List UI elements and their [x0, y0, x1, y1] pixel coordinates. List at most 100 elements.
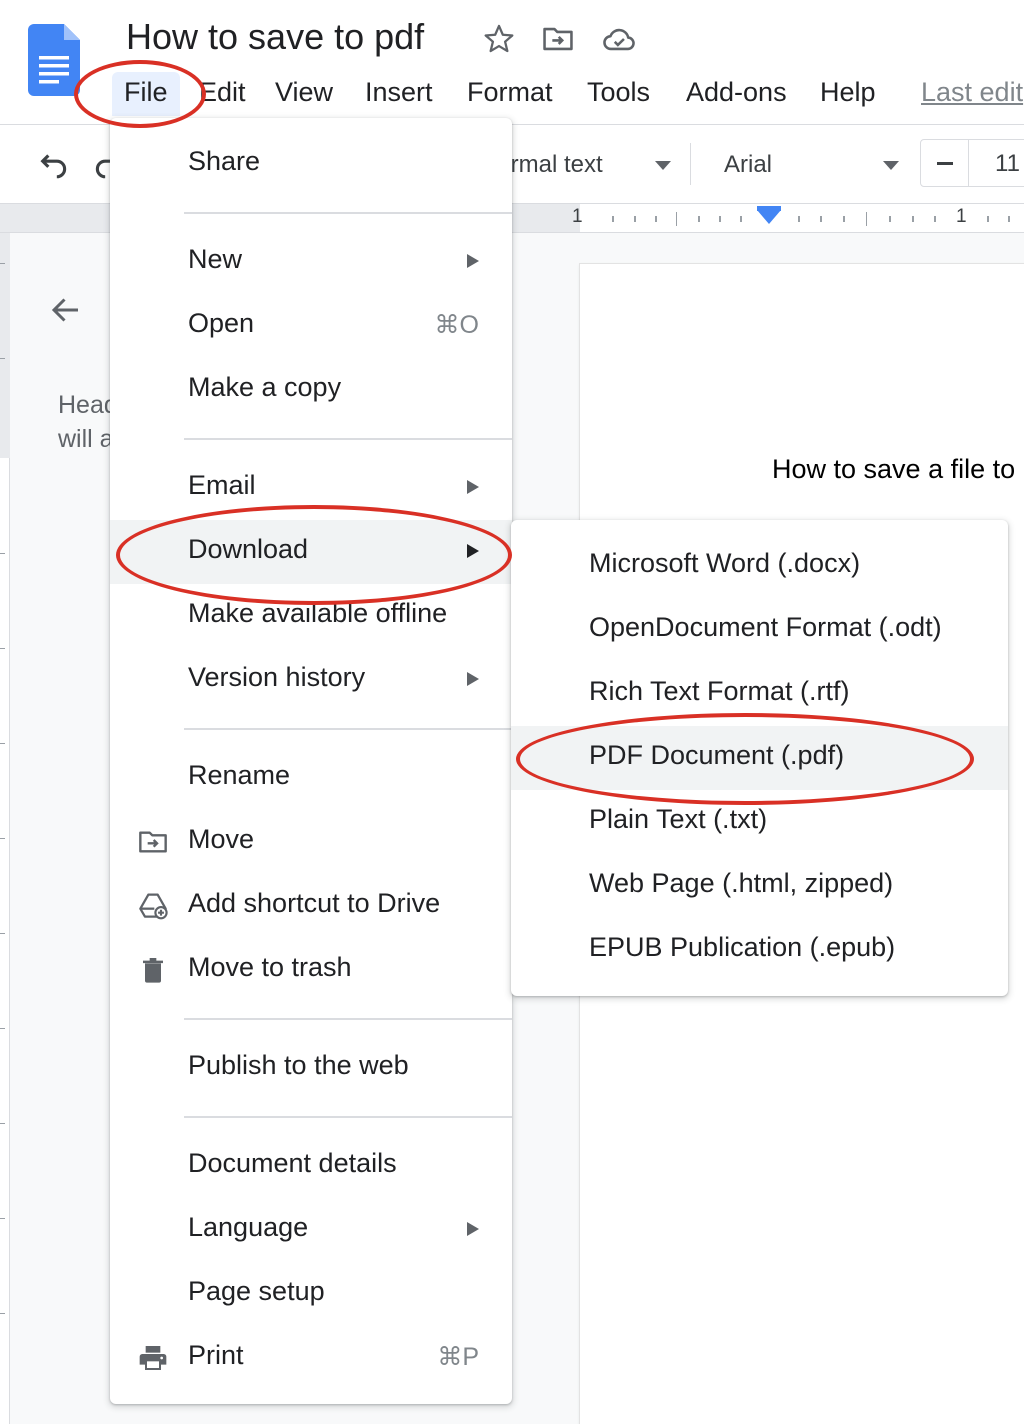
download-item-odt[interactable]: OpenDocument Format (.odt) — [511, 598, 1008, 662]
vertical-ruler[interactable] — [0, 233, 10, 1424]
menu-edit[interactable]: Edit — [199, 72, 246, 116]
submenu-arrow-icon — [467, 480, 479, 494]
menu-file[interactable]: File — [112, 72, 180, 116]
ruler-tick — [698, 216, 700, 222]
font-dropdown-icon[interactable] — [883, 161, 899, 170]
ruler-tick — [634, 216, 636, 222]
menu-item-label: Make available offline — [188, 598, 448, 628]
menu-divider — [184, 212, 512, 214]
menu-format[interactable]: Format — [467, 72, 553, 116]
last-edit-link[interactable]: Last edit — [921, 72, 1023, 116]
vertical-ruler-tick — [0, 1028, 5, 1029]
file-menu: Share New Open ⌘O Make a copy Email Down… — [110, 118, 512, 1404]
ruler-tick — [889, 216, 891, 222]
undo-icon[interactable] — [36, 147, 72, 181]
menu-item-language[interactable]: Language — [110, 1198, 512, 1262]
menu-item-document-details[interactable]: Document details — [110, 1134, 512, 1198]
menu-add-ons[interactable]: Add-ons — [686, 72, 787, 116]
document-body-text[interactable]: How to save a file to pdf — [772, 454, 1024, 485]
menu-item-email[interactable]: Email — [110, 456, 512, 520]
menu-insert[interactable]: Insert — [365, 72, 433, 116]
menu-tools[interactable]: Tools — [587, 72, 650, 116]
download-item-label: Microsoft Word (.docx) — [589, 548, 861, 578]
vertical-ruler-tick — [0, 1218, 5, 1219]
vertical-ruler-tick — [0, 553, 5, 554]
menu-item-label: Email — [188, 470, 256, 500]
move-folder-icon — [139, 831, 167, 853]
ruler-tick — [987, 216, 989, 222]
menu-item-add-shortcut[interactable]: Add shortcut to Drive — [110, 874, 512, 938]
star-icon[interactable] — [482, 22, 516, 56]
vertical-ruler-tick — [0, 838, 5, 839]
decrease-font-size-button[interactable] — [921, 140, 969, 186]
menu-item-open[interactable]: Open ⌘O — [110, 294, 512, 358]
download-item-label: Web Page (.html, zipped) — [589, 868, 894, 898]
ruler-tick — [719, 216, 721, 222]
menu-item-label: Add shortcut to Drive — [188, 888, 441, 918]
download-item-html[interactable]: Web Page (.html, zipped) — [511, 854, 1008, 918]
download-item-label: EPUB Publication (.epub) — [589, 932, 896, 962]
vertical-ruler-tick — [0, 743, 5, 744]
menu-item-label: Download — [188, 534, 309, 564]
menu-bar: File Edit View Insert Format Tools Add-o… — [0, 72, 1024, 116]
menu-item-move[interactable]: Move — [110, 810, 512, 874]
download-item-pdf[interactable]: PDF Document (.pdf) — [511, 726, 1008, 790]
vertical-ruler-tick — [0, 648, 5, 649]
vertical-ruler-tick — [0, 1123, 5, 1124]
menu-item-label: Publish to the web — [188, 1050, 409, 1080]
menu-item-label: Language — [188, 1212, 309, 1242]
close-outline-arrow-icon[interactable] — [48, 292, 84, 328]
outline-line-2: will appear — [58, 425, 110, 453]
download-item-txt[interactable]: Plain Text (.txt) — [511, 790, 1008, 854]
download-item-label: OpenDocument Format (.odt) — [589, 612, 942, 642]
menu-item-rename[interactable]: Rename — [110, 746, 512, 810]
menu-item-label: Print — [188, 1340, 244, 1370]
menu-item-download[interactable]: Download — [110, 520, 512, 584]
menu-item-new[interactable]: New — [110, 230, 512, 294]
menu-item-label: Share — [188, 146, 261, 176]
menu-item-make-copy[interactable]: Make a copy — [110, 358, 512, 422]
download-item-docx[interactable]: Microsoft Word (.docx) — [511, 534, 1008, 598]
menu-item-move-to-trash[interactable]: Move to trash — [110, 938, 512, 1002]
ruler-tick — [934, 216, 936, 222]
submenu-arrow-icon — [467, 544, 479, 558]
menu-item-publish-to-web[interactable]: Publish to the web — [110, 1036, 512, 1100]
shortcut-label: ⌘O — [434, 311, 479, 339]
move-folder-icon[interactable] — [541, 22, 575, 56]
menu-divider — [184, 1018, 512, 1020]
menu-item-label: Make a copy — [188, 372, 342, 402]
menu-item-label: New — [188, 244, 243, 274]
ruler-tick — [798, 216, 800, 222]
ruler-number: 1 — [956, 206, 967, 227]
menu-divider — [184, 728, 512, 730]
menu-item-label: Rename — [188, 760, 291, 790]
menu-item-print[interactable]: Print ⌘P — [110, 1326, 512, 1390]
menu-help[interactable]: Help — [820, 72, 876, 116]
menu-divider — [184, 438, 512, 440]
menu-item-label: Document details — [188, 1148, 397, 1178]
app-header: How to save to pdf File Edit View Insert… — [0, 0, 1024, 125]
menu-item-make-available-offline[interactable]: Make available offline — [110, 584, 512, 648]
vertical-ruler-tick — [0, 358, 5, 359]
menu-item-label: Open — [188, 308, 255, 338]
style-dropdown-icon[interactable] — [655, 161, 671, 170]
document-title[interactable]: How to save to pdf — [126, 16, 424, 58]
drive-shortcut-icon — [139, 893, 168, 920]
font-select[interactable]: Arial — [724, 151, 772, 179]
left-indent-handle[interactable] — [757, 210, 781, 224]
download-item-epub[interactable]: EPUB Publication (.epub) — [511, 918, 1008, 982]
menu-divider — [184, 1116, 512, 1118]
font-size-control: 11 — [920, 139, 1024, 187]
cloud-saved-icon[interactable] — [602, 22, 636, 56]
download-item-label: Plain Text (.txt) — [589, 804, 768, 834]
menu-item-page-setup[interactable]: Page setup — [110, 1262, 512, 1326]
submenu-arrow-icon — [467, 672, 479, 686]
ruler-tick — [843, 216, 845, 222]
ruler-tick — [740, 216, 742, 222]
vertical-ruler-margin — [0, 233, 10, 458]
download-item-rtf[interactable]: Rich Text Format (.rtf) — [511, 662, 1008, 726]
menu-item-share[interactable]: Share — [110, 132, 512, 196]
menu-view[interactable]: View — [275, 72, 333, 116]
menu-item-version-history[interactable]: Version history — [110, 648, 512, 712]
font-size-value[interactable]: 11 — [995, 150, 1020, 178]
